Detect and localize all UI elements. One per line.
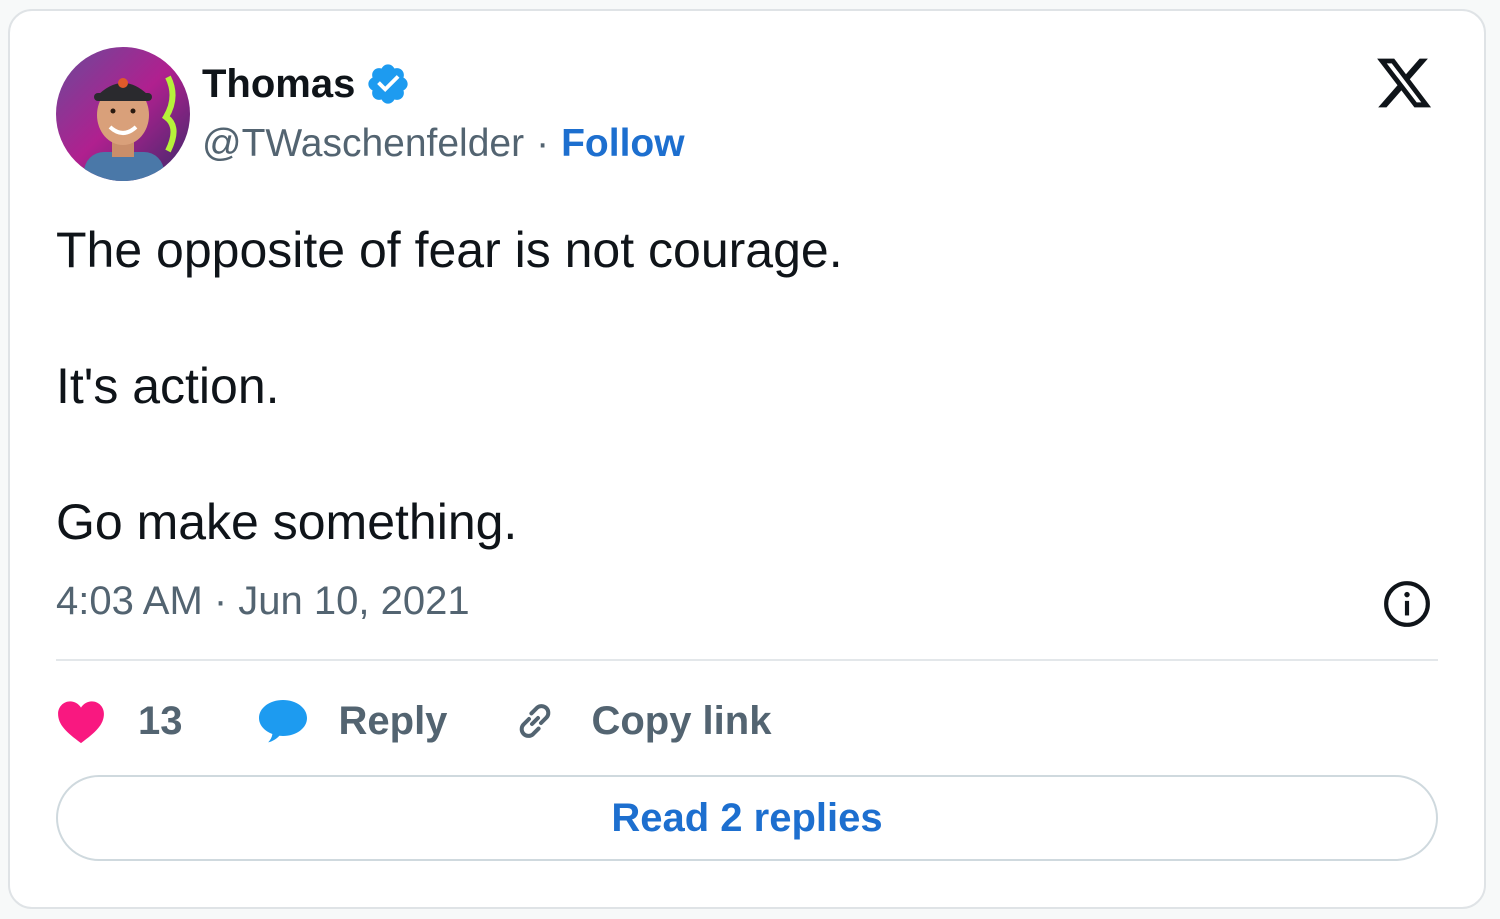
copy-link-label: Copy link: [591, 698, 772, 743]
like-button[interactable]: 13: [56, 698, 183, 744]
separator-dot: ·: [536, 122, 550, 165]
follow-button[interactable]: Follow: [561, 122, 684, 166]
reply-button[interactable]: Reply: [257, 698, 448, 744]
heart-icon: [58, 701, 104, 744]
verified-badge-icon: [368, 64, 409, 104]
like-count: 13: [138, 698, 183, 743]
tweet-text-line-2: It's action.: [56, 358, 280, 414]
tweet-card: Thomas @TWaschenfelder · Follow The oppo…: [8, 9, 1486, 909]
author-name[interactable]: Thomas: [202, 62, 355, 107]
tweet-text-line-1: The opposite of fear is not courage.: [56, 222, 843, 278]
read-replies-button[interactable]: Read 2 replies: [56, 775, 1438, 861]
speech-bubble-icon: [258, 700, 307, 743]
tweet-timestamp[interactable]: 4:03 AM · Jun 10, 2021: [56, 579, 470, 624]
copy-link-button[interactable]: Copy link: [511, 697, 771, 745]
reply-label: Reply: [338, 698, 448, 743]
author-handle[interactable]: @TWaschenfelder: [202, 122, 524, 166]
link-icon: [520, 704, 551, 738]
info-icon[interactable]: [1382, 579, 1432, 629]
tweet-text-line-3: Go make something.: [56, 494, 518, 550]
avatar-image: [56, 47, 190, 181]
divider: [56, 659, 1438, 661]
avatar[interactable]: [56, 47, 190, 181]
author-handle-row: @TWaschenfelder · Follow: [202, 121, 685, 167]
x-logo-icon[interactable]: [1374, 53, 1434, 113]
action-bar: 13 Reply Copy link: [56, 691, 771, 751]
author-name-row: Thomas: [202, 61, 411, 107]
